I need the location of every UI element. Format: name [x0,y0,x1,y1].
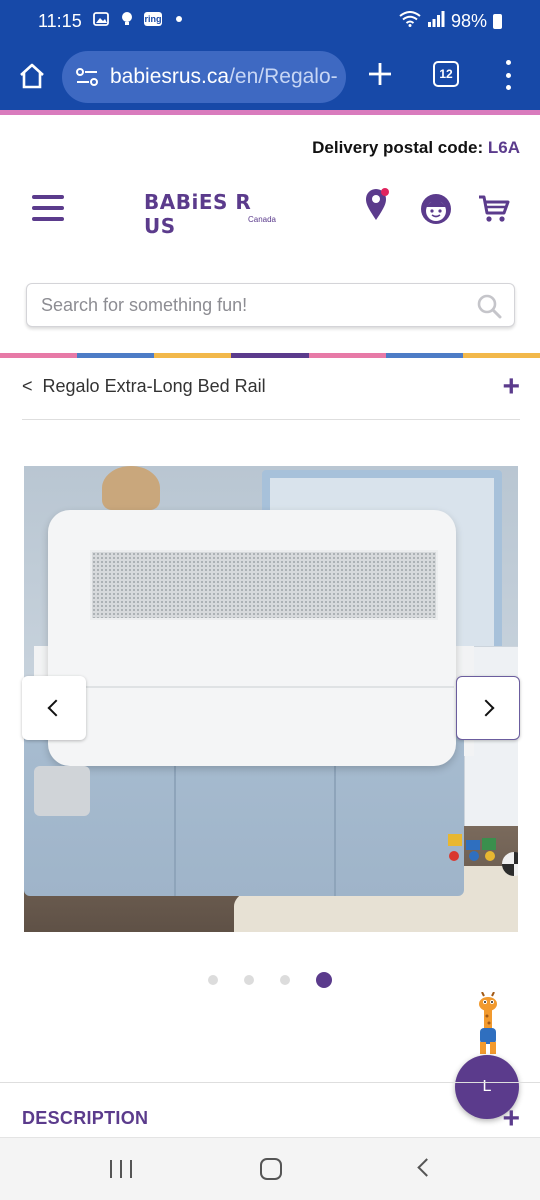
battery-percent: 98% [450,11,487,31]
system-nav-bar [0,1137,540,1200]
color-band [0,353,540,358]
carousel-dot[interactable] [208,975,218,985]
image-bed-rail [48,510,456,766]
image-toy-train [444,830,500,866]
carousel-dot[interactable] [280,975,290,985]
giraffe-mascot-icon[interactable] [464,991,510,1056]
battery-icon [493,14,502,29]
logo-subtitle: Canada [247,215,276,224]
band-segment [0,353,78,358]
band-segment [462,353,540,358]
gallery-icon [92,11,110,27]
band-segment [385,353,463,358]
browser-toolbar: babiesrus.ca/en/Regalo- 12 [0,44,540,110]
breadcrumb-expand-icon[interactable]: + [502,372,520,402]
delivery-label: Delivery postal code: [312,138,484,157]
cart-icon[interactable] [477,194,511,224]
site-settings-icon[interactable] [76,68,98,86]
description-heading[interactable]: DESCRIPTION [22,1108,148,1129]
notification-icons: ring [92,11,188,27]
system-back-icon[interactable] [417,1158,436,1177]
search-icon[interactable] [476,293,502,319]
image-teddy-bear [102,466,160,510]
description-expand-icon[interactable]: + [502,1104,520,1134]
hamburger-menu-icon[interactable] [32,195,64,221]
image-rail-fold [84,686,454,688]
carousel-next-button[interactable] [456,676,520,740]
carousel-prev-button[interactable] [22,676,86,740]
carousel-dot[interactable] [244,975,254,985]
tab-switcher-button[interactable]: 12 [433,61,459,87]
babiesrus-logo[interactable]: BABiES R US Canada [144,190,276,238]
breadcrumb-back-icon[interactable]: < [22,376,33,396]
breadcrumb-label[interactable]: Regalo Extra-Long Bed Rail [43,376,266,396]
delivery-code[interactable]: L6A [488,138,520,157]
chevron-left-icon [47,699,65,717]
image-rail-mesh [90,550,438,620]
status-bar: 11:15 ring 98% [0,0,540,44]
status-right: 98% [399,11,502,32]
header-accent-strip [0,110,540,115]
browser-menu-icon[interactable] [500,60,516,90]
bulb-icon [118,11,136,27]
url-text: babiesrus.ca/en/Regalo- [110,65,338,89]
wifi-icon [399,11,421,32]
search-bar [26,283,515,327]
carousel-dot-active[interactable] [316,972,332,988]
delivery-postal-code[interactable]: Delivery postal code: L6A [312,138,520,158]
search-input[interactable] [27,284,447,326]
account-icon[interactable] [419,192,453,226]
chevron-right-icon [477,699,495,717]
address-bar[interactable]: babiesrus.ca/en/Regalo- [62,51,346,103]
new-tab-icon[interactable] [364,58,396,90]
dot-icon [170,11,188,27]
url-path: /en/Regalo- [229,65,338,88]
signal-icon [427,11,445,32]
store-locator-icon[interactable] [364,188,390,222]
product-image[interactable] [24,466,518,932]
breadcrumb[interactable]: < Regalo Extra-Long Bed Rail [22,376,266,397]
status-time: 11:15 [38,11,82,31]
url-host: babiesrus.ca [110,65,230,88]
system-home-icon[interactable] [260,1158,282,1180]
band-segment [231,353,309,358]
ring-icon: ring [144,12,162,26]
band-segment [77,353,155,358]
carousel-dots [208,972,332,988]
band-segment [308,353,386,358]
divider [22,419,520,420]
logo-text: BABiES R US [144,190,252,238]
home-icon[interactable] [18,62,46,90]
divider [0,1082,540,1083]
image-rail-bracket [34,766,90,816]
band-segment [154,353,232,358]
recents-icon[interactable] [110,1160,132,1178]
